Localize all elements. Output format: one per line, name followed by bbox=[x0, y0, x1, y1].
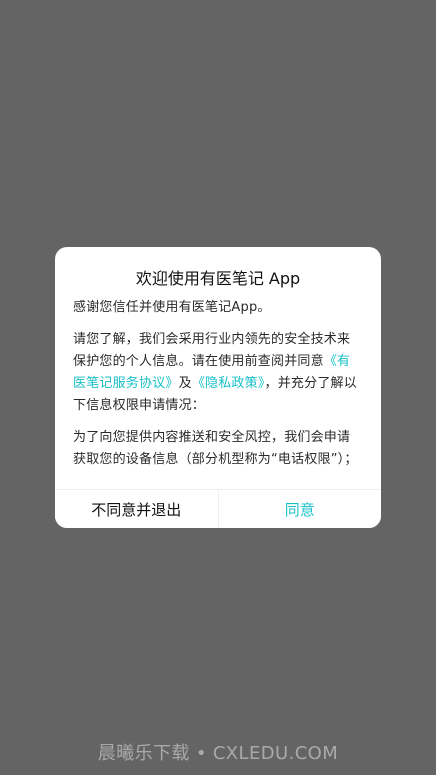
privacy-policy-link[interactable]: 《隐私政策》 bbox=[192, 376, 265, 391]
disagree-exit-button[interactable]: 不同意并退出 bbox=[55, 490, 219, 528]
watermark-dot: • bbox=[195, 743, 207, 764]
dialog-content[interactable]: 感谢您信任并使用有医笔记App。 请您了解，我们会采用行业内领先的安全技术来保护… bbox=[73, 297, 363, 480]
permissions-paragraph: 为了向您提供内容推送和安全风控，我们会申请获取您的设备信息（部分机型称为“电话权… bbox=[73, 430, 358, 467]
privacy-text-a: 请您了解，我们会采用行业内领先的安全技术来保护您的个人信息。请在使用前查阅并同意 bbox=[73, 332, 351, 369]
watermark-right: CXLEDU.COM bbox=[212, 743, 339, 764]
agree-button[interactable]: 同意 bbox=[219, 490, 382, 528]
privacy-text-mid: 及 bbox=[178, 376, 192, 391]
watermark-left: 晨曦乐下载 bbox=[97, 743, 190, 764]
dialog-title: 欢迎使用有医笔记 App bbox=[135, 269, 301, 288]
intro-paragraph: 感谢您信任并使用有医笔记App。 bbox=[73, 300, 271, 315]
watermark: 晨曦乐下载 • CXLEDU.COM bbox=[0, 739, 436, 765]
dialog-actions: 不同意并退出 同意 bbox=[55, 489, 381, 528]
privacy-paragraph: 请您了解，我们会采用行业内领先的安全技术来保护您的个人信息。请在使用前查阅并同意… bbox=[73, 329, 363, 417]
privacy-dialog: 欢迎使用有医笔记 App 感谢您信任并使用有医笔记App。 请您了解，我们会采用… bbox=[55, 247, 381, 528]
